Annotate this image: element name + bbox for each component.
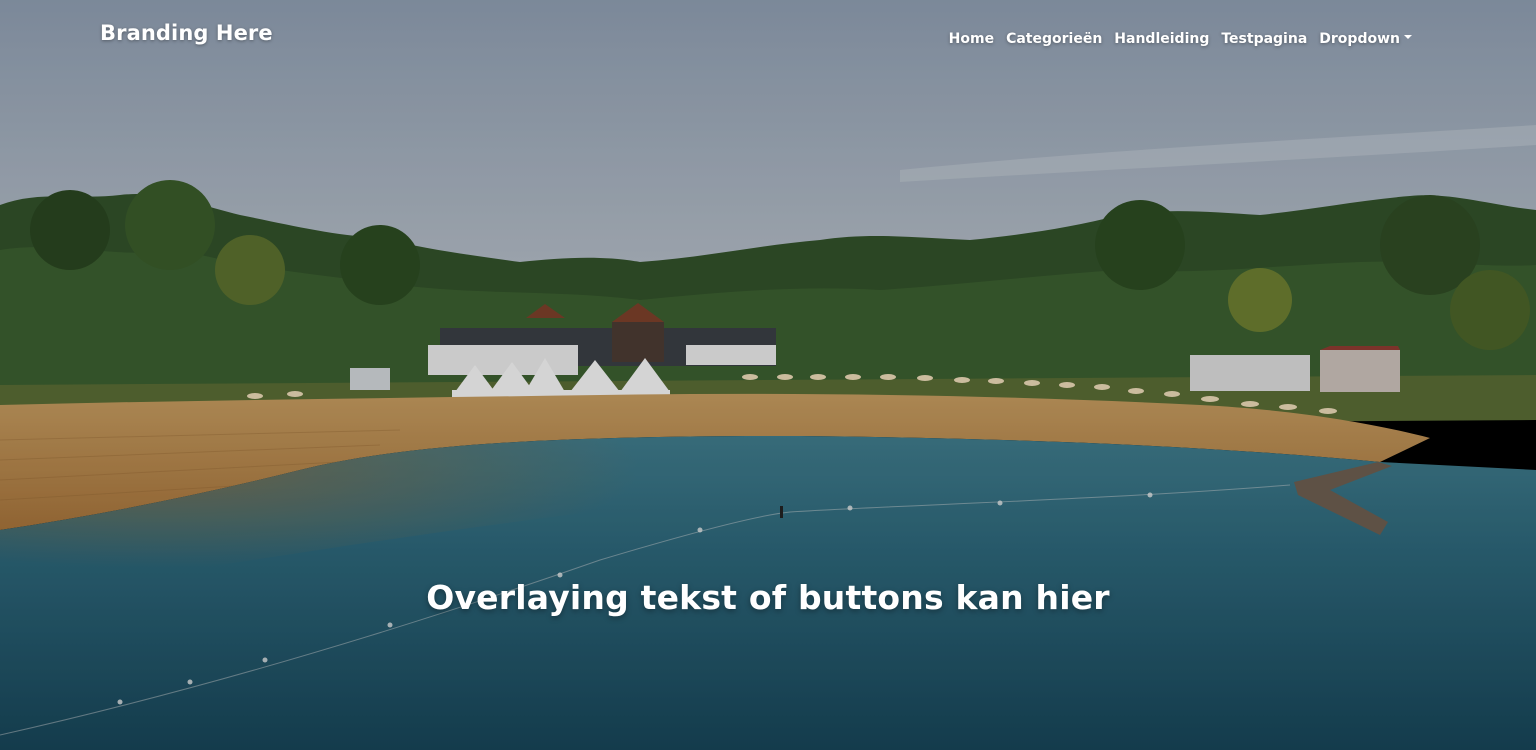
nav-item-handleiding: Handleiding <box>1108 28 1215 47</box>
hero-section: Branding Here Home Categorieën Handleidi… <box>0 0 1536 750</box>
nav-dropdown-label: Dropdown <box>1319 31 1400 47</box>
nav-item-testpagina: Testpagina <box>1215 28 1313 47</box>
nav-link-handleiding[interactable]: Handleiding <box>1108 31 1215 47</box>
caret-down-icon <box>1404 35 1412 39</box>
brand-logo-link[interactable]: Branding Here <box>100 21 273 45</box>
nav-dropdown-toggle[interactable]: Dropdown <box>1313 31 1418 47</box>
navbar: Branding Here Home Categorieën Handleidi… <box>0 0 1536 72</box>
nav-item-dropdown: Dropdown <box>1313 28 1418 47</box>
hero-background-image <box>0 0 1536 750</box>
nav-link-testpagina[interactable]: Testpagina <box>1215 31 1313 47</box>
nav-item-categorieen: Categorieën <box>1000 28 1108 47</box>
nav-menu: Home Categorieën Handleiding Testpagina … <box>943 28 1418 47</box>
nav-link-categorieen[interactable]: Categorieën <box>1000 31 1108 47</box>
nav-link-home[interactable]: Home <box>943 31 1000 47</box>
nav-item-home: Home <box>943 28 1000 47</box>
hero-overlay-text: Overlaying tekst of buttons kan hier <box>426 578 1110 617</box>
